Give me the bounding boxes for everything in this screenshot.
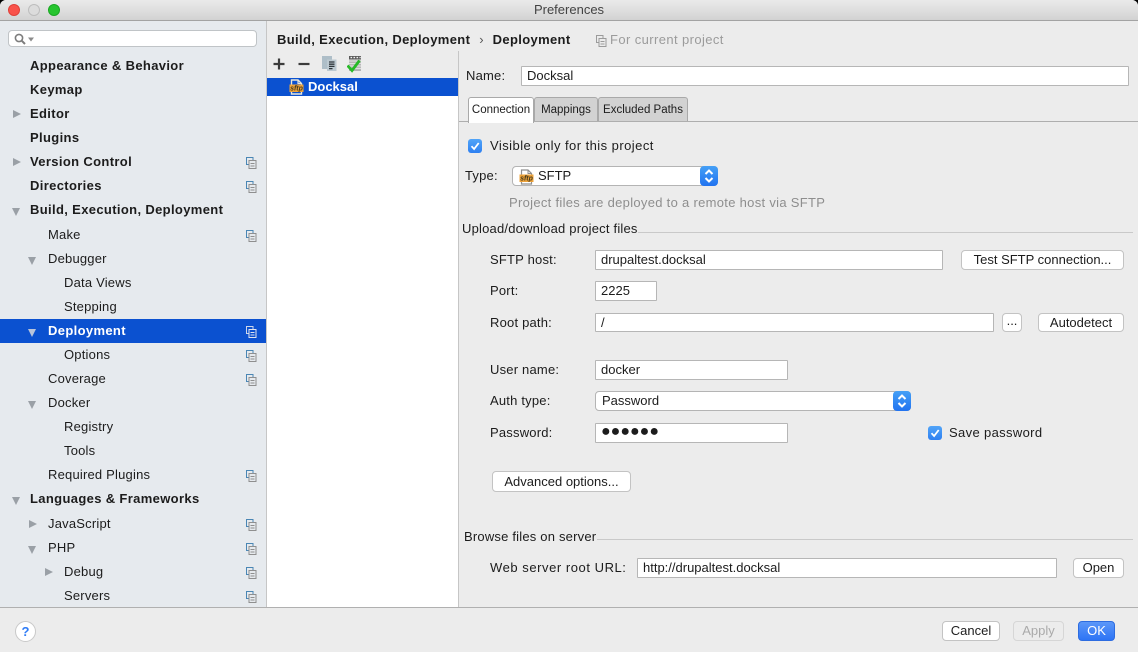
- svg-text:sftp: sftp: [520, 176, 534, 183]
- svg-text:sftp: sftp: [290, 86, 304, 93]
